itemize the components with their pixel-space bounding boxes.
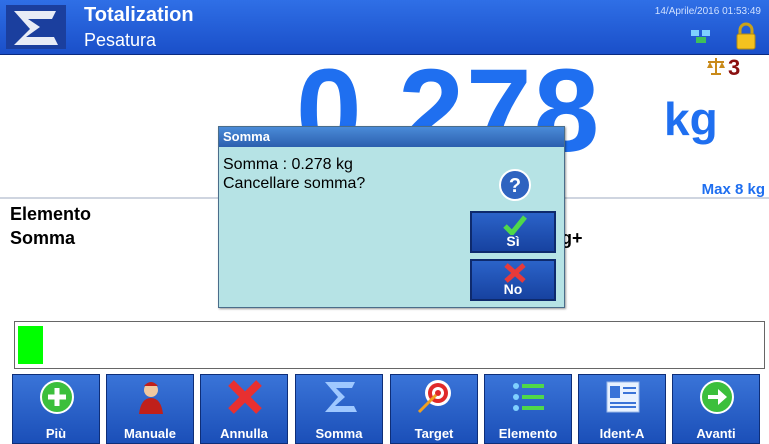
progress-bar xyxy=(14,321,765,369)
annulla-label: Annulla xyxy=(220,426,268,441)
somma-dialog: Somma Somma : 0.278 kg Cancellare somma?… xyxy=(218,126,565,308)
scale-number: 3 xyxy=(728,55,741,80)
annulla-button[interactable]: Annulla xyxy=(200,374,288,444)
app-title: Totalization xyxy=(84,4,194,26)
no-button[interactable]: No xyxy=(470,259,556,301)
sigma-logo-icon xyxy=(6,5,66,49)
no-label: No xyxy=(503,281,523,297)
yes-label: Sì xyxy=(506,233,520,249)
arrow-right-icon xyxy=(700,380,734,414)
weight-unit: kg xyxy=(664,93,718,145)
manuale-label: Manuale xyxy=(123,426,176,441)
manuale-button[interactable]: Manuale xyxy=(106,374,194,444)
max-capacity: Max 8 kg xyxy=(701,181,765,198)
svg-text:?: ? xyxy=(509,175,521,197)
plus-icon xyxy=(40,380,74,414)
lock-icon xyxy=(736,22,756,50)
operator-icon xyxy=(139,382,163,414)
piu-button[interactable]: Più xyxy=(12,374,100,444)
dialog-title: Somma xyxy=(219,127,564,147)
target-label: Target xyxy=(414,426,454,441)
somma-label-button: Somma xyxy=(315,426,363,441)
close-icon xyxy=(504,263,526,283)
somma-button[interactable]: Somma xyxy=(295,374,383,444)
id-card-icon xyxy=(606,381,640,413)
ident-a-label: Ident-A xyxy=(599,426,645,441)
question-icon: ? xyxy=(499,169,531,201)
avanti-button[interactable]: Avanti xyxy=(672,374,760,444)
dialog-sum-text: Somma : 0.278 kg xyxy=(223,156,353,173)
progress-fill xyxy=(18,326,43,364)
ident-a-button[interactable]: Ident-A xyxy=(578,374,666,444)
datetime: 14/Aprile/2016 01:53:49 xyxy=(654,6,761,17)
network-icon xyxy=(691,30,710,43)
yes-button[interactable]: Sì xyxy=(470,211,556,253)
scale-icon xyxy=(707,58,725,75)
elemento-label-button: Elemento xyxy=(498,426,558,441)
cancel-x-icon xyxy=(228,380,262,414)
bottom-toolbar: Più Manuale Annulla Somma Target Element… xyxy=(0,372,769,444)
list-icon xyxy=(513,383,544,411)
checkmark-icon xyxy=(503,215,527,235)
target-icon xyxy=(417,380,451,414)
app-subtitle: Pesatura xyxy=(84,30,157,50)
somma-label: Somma xyxy=(10,228,76,248)
avanti-label: Avanti xyxy=(696,426,736,441)
elemento-button[interactable]: Elemento xyxy=(484,374,572,444)
sigma-icon xyxy=(325,382,357,412)
piu-label: Più xyxy=(45,426,67,441)
elemento-label: Elemento xyxy=(10,204,92,224)
target-button[interactable]: Target xyxy=(390,374,478,444)
dialog-question: Cancellare somma? xyxy=(223,175,366,192)
